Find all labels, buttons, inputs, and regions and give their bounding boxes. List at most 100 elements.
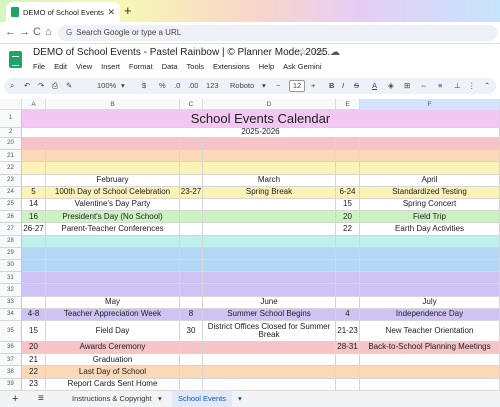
event-name-cell[interactable]: Valentine's Day Party bbox=[46, 199, 180, 212]
empty-cell[interactable] bbox=[180, 284, 203, 297]
row-number[interactable]: 27 bbox=[0, 223, 22, 236]
empty-cell[interactable] bbox=[46, 162, 180, 175]
column-header-f[interactable]: F bbox=[360, 99, 500, 110]
font-select[interactable]: Roboto bbox=[230, 80, 254, 92]
event-date-cell[interactable]: 4 bbox=[336, 308, 360, 321]
empty-cell[interactable] bbox=[203, 284, 336, 297]
empty-cell[interactable] bbox=[360, 247, 500, 260]
borders-icon[interactable]: ⊞ bbox=[404, 80, 410, 92]
empty-cell[interactable] bbox=[180, 199, 203, 212]
percent-format-button[interactable]: % bbox=[159, 80, 166, 92]
document-title[interactable]: DEMO of School Events - Pastel Rainbow |… bbox=[33, 47, 330, 58]
event-date-cell[interactable]: 30 bbox=[180, 321, 203, 342]
event-name-cell[interactable]: Field Trip bbox=[360, 211, 500, 224]
forward-button[interactable]: → bbox=[19, 25, 30, 40]
redo-icon[interactable]: ↷ bbox=[38, 80, 44, 92]
event-name-cell[interactable]: President's Day (No School) bbox=[46, 211, 180, 224]
increase-decimal-icon[interactable]: .00 bbox=[188, 80, 198, 92]
empty-cell[interactable] bbox=[203, 150, 336, 163]
browser-tab[interactable]: DEMO of School Events - Pastel ✕ bbox=[6, 2, 120, 22]
move-folder-icon[interactable]: ▭ bbox=[314, 47, 323, 58]
empty-cell[interactable] bbox=[180, 354, 203, 367]
event-date-cell[interactable]: 15 bbox=[336, 199, 360, 212]
empty-cell[interactable] bbox=[203, 272, 336, 285]
event-name-cell[interactable]: Report Cards Sent Home bbox=[46, 378, 180, 390]
italic-icon[interactable]: I bbox=[342, 80, 344, 92]
event-name-cell[interactable]: February bbox=[46, 174, 180, 187]
event-name-cell[interactable]: June bbox=[203, 296, 336, 309]
row-number[interactable]: 36 bbox=[0, 342, 22, 355]
close-tab-icon[interactable]: ✕ bbox=[107, 7, 115, 18]
cloud-status-icon[interactable]: ☁ bbox=[330, 47, 340, 58]
empty-cell[interactable] bbox=[360, 366, 500, 379]
empty-cell[interactable] bbox=[180, 342, 203, 355]
empty-cell[interactable] bbox=[203, 138, 336, 151]
event-name-cell[interactable]: Spring Break bbox=[203, 186, 336, 199]
empty-cell[interactable] bbox=[46, 247, 180, 260]
row-number[interactable]: 31 bbox=[0, 272, 22, 285]
currency-format-button[interactable]: $ bbox=[142, 80, 146, 92]
merge-cells-icon[interactable]: ⇔ bbox=[420, 80, 428, 92]
row-number[interactable]: 21 bbox=[0, 150, 22, 163]
row-number[interactable]: 29 bbox=[0, 247, 22, 260]
empty-cell[interactable] bbox=[360, 138, 500, 151]
empty-cell[interactable] bbox=[360, 284, 500, 297]
sheet-tab-menu-icon[interactable]: ▾ bbox=[158, 391, 162, 407]
strikethrough-icon[interactable]: S bbox=[354, 80, 359, 92]
row-number[interactable]: 33 bbox=[0, 296, 22, 309]
decrease-decimal-icon[interactable]: .0 bbox=[174, 80, 180, 92]
empty-cell[interactable] bbox=[203, 366, 336, 379]
event-date-cell[interactable]: 20 bbox=[336, 211, 360, 224]
event-name-cell[interactable]: Awards Ceremony bbox=[46, 342, 180, 355]
row-number[interactable]: 25 bbox=[0, 199, 22, 212]
empty-cell[interactable] bbox=[203, 162, 336, 175]
event-name-cell[interactable]: Teacher Appreciation Week bbox=[46, 308, 180, 321]
column-header-a[interactable]: A bbox=[22, 99, 46, 110]
event-name-cell[interactable]: Field Day bbox=[46, 321, 180, 342]
empty-cell[interactable] bbox=[22, 150, 46, 163]
empty-cell[interactable] bbox=[22, 138, 46, 151]
empty-cell[interactable] bbox=[336, 284, 360, 297]
menu-edit[interactable]: Edit bbox=[54, 62, 67, 71]
event-date-cell[interactable]: 22 bbox=[22, 366, 46, 379]
increase-font-icon[interactable]: + bbox=[311, 80, 315, 92]
event-date-cell[interactable]: 21-23 bbox=[336, 321, 360, 342]
row-number[interactable]: 39 bbox=[0, 378, 22, 390]
event-name-cell[interactable]: District Offices Closed for Summer Break bbox=[203, 321, 336, 342]
empty-cell[interactable] bbox=[360, 162, 500, 175]
empty-cell[interactable] bbox=[22, 260, 46, 273]
event-date-cell[interactable]: 15 bbox=[22, 321, 46, 342]
empty-cell[interactable] bbox=[336, 150, 360, 163]
all-sheets-button[interactable]: ≡ bbox=[38, 391, 44, 407]
print-icon[interactable]: ⎙ bbox=[52, 80, 58, 92]
home-button[interactable]: ⌂ bbox=[45, 25, 52, 40]
event-name-cell[interactable]: May bbox=[46, 296, 180, 309]
empty-cell[interactable] bbox=[22, 162, 46, 175]
row-number[interactable]: 28 bbox=[0, 235, 22, 248]
empty-cell[interactable] bbox=[203, 260, 336, 273]
empty-cell[interactable] bbox=[46, 284, 180, 297]
empty-cell[interactable] bbox=[336, 296, 360, 309]
empty-cell[interactable] bbox=[22, 296, 46, 309]
event-name-cell[interactable]: July bbox=[360, 296, 500, 309]
empty-cell[interactable] bbox=[360, 235, 500, 248]
empty-cell[interactable] bbox=[180, 235, 203, 248]
menu-ask-gemini[interactable]: Ask Gemini bbox=[283, 62, 321, 71]
align-icon[interactable]: ≡ bbox=[438, 80, 442, 92]
search-menus-icon[interactable]: ⌕ bbox=[10, 80, 14, 92]
event-name-cell[interactable]: Parent-Teacher Conferences bbox=[46, 223, 180, 236]
empty-cell[interactable] bbox=[360, 354, 500, 367]
collapse-toolbar-icon[interactable]: ⌃ bbox=[484, 80, 490, 92]
row-number[interactable]: 30 bbox=[0, 260, 22, 273]
event-name-cell[interactable]: Independence Day bbox=[360, 308, 500, 321]
empty-cell[interactable] bbox=[180, 366, 203, 379]
empty-cell[interactable] bbox=[336, 138, 360, 151]
column-header-e[interactable]: E bbox=[336, 99, 360, 110]
event-date-cell[interactable]: 16 bbox=[22, 211, 46, 224]
sheet-tab-school-events[interactable]: School Events bbox=[172, 391, 232, 407]
empty-cell[interactable] bbox=[180, 272, 203, 285]
empty-cell[interactable] bbox=[180, 174, 203, 187]
empty-cell[interactable] bbox=[180, 247, 203, 260]
event-name-cell[interactable]: Earth Day Activities bbox=[360, 223, 500, 236]
select-all-corner[interactable] bbox=[0, 99, 22, 110]
